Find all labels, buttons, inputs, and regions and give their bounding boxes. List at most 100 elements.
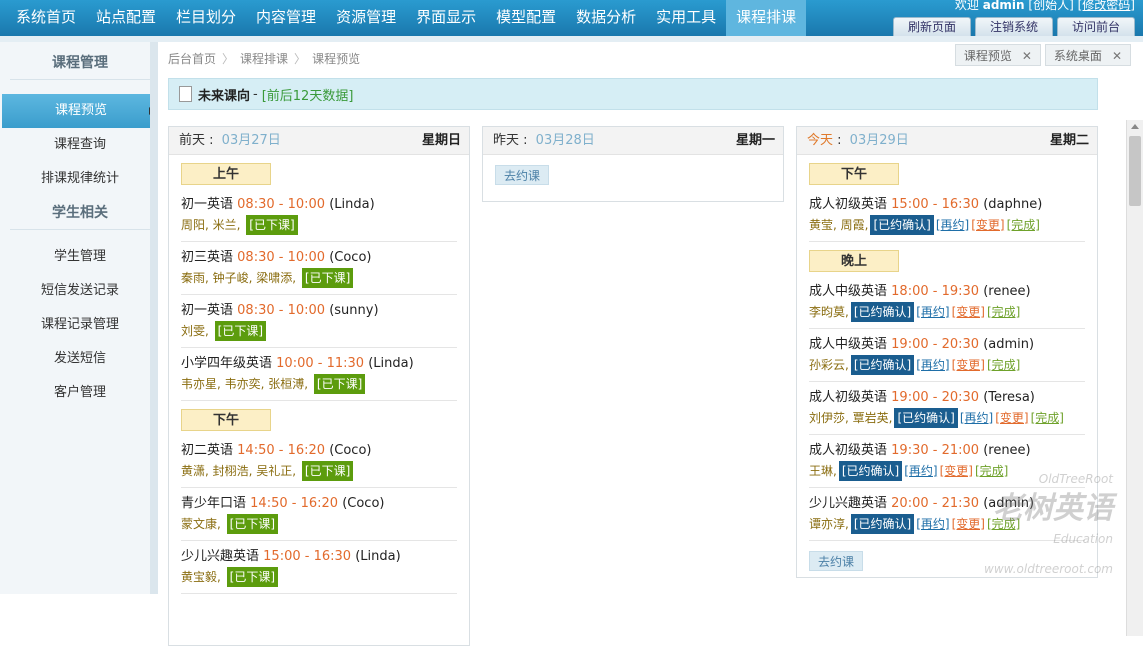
course-name: 初一英语 xyxy=(181,197,234,212)
course-students: 王琳, xyxy=(809,464,837,478)
finish-link[interactable]: [完成] xyxy=(1007,218,1040,232)
course-name: 成人中级英语 xyxy=(809,337,888,352)
username: admin xyxy=(982,0,1025,12)
refresh-button[interactable]: 刷新页面 xyxy=(893,17,971,36)
nav-resources[interactable]: 资源管理 xyxy=(326,0,406,36)
user-role: [创始人] xyxy=(1028,0,1074,12)
status-badge: [已下课] xyxy=(313,374,366,394)
sidebar-item-students[interactable]: 学生管理 xyxy=(0,240,160,274)
course-name: 初一英语 xyxy=(181,303,234,318)
change-link[interactable]: [变更] xyxy=(940,464,973,478)
rebook-link[interactable]: [再约] xyxy=(904,464,937,478)
course-students: 谭亦淳, xyxy=(809,517,849,531)
book-course-button[interactable]: 去约课 xyxy=(809,551,864,571)
day-weekday: 星期日 xyxy=(421,133,461,148)
course-students: 韦亦星, 韦亦奕, 张桓溥, xyxy=(181,377,309,391)
confirmed-badge: [已约确认] xyxy=(850,514,915,534)
sidebar-item-send-sms[interactable]: 发送短信 xyxy=(0,342,160,376)
course-students: 刘雯, xyxy=(181,324,209,338)
document-icon xyxy=(179,86,192,102)
breadcrumb-scheduling[interactable]: 课程排课 xyxy=(240,50,288,67)
close-icon[interactable]: ✕ xyxy=(1112,45,1122,65)
rebook-link[interactable]: [再约] xyxy=(936,218,969,232)
nav-tools[interactable]: 实用工具 xyxy=(646,0,726,36)
sidebar-item-schedule-stats[interactable]: 排课规律统计 xyxy=(0,162,160,196)
scrollbar-thumb[interactable] xyxy=(1129,136,1141,206)
sidebar-item-customers[interactable]: 客户管理 xyxy=(0,376,160,410)
sidebar-item-course-query[interactable]: 课程查询 xyxy=(0,128,160,162)
finish-link[interactable]: [完成] xyxy=(987,305,1020,319)
status-badge: [已下课] xyxy=(301,268,354,288)
nav-analytics[interactable]: 数据分析 xyxy=(566,0,646,36)
nav-content[interactable]: 内容管理 xyxy=(246,0,326,36)
period-label: 下午 xyxy=(809,163,899,185)
status-badge: [已下课] xyxy=(301,461,354,481)
course-students: 李昀莫, xyxy=(809,305,849,319)
course-entry: 初二英语 14:50 - 16:20 (Coco) 黄潇, 封栩浩, 吴礼正, [… xyxy=(181,435,457,488)
course-time: 19:30 - 21:00 xyxy=(891,443,980,458)
nav-home[interactable]: 系统首页 xyxy=(6,0,86,36)
watermark-logo: OldTreeRoot 老树英语 Education www.oldtreero… xyxy=(984,464,1113,584)
nav-models[interactable]: 模型配置 xyxy=(486,0,566,36)
course-entry: 成人中级英语 19:00 - 20:30 (admin) 孙彩云, [已约确认] [再… xyxy=(809,329,1085,382)
course-teacher: (renee) xyxy=(983,284,1031,299)
rebook-link[interactable]: [再约] xyxy=(916,517,949,531)
rebook-link[interactable]: [再约] xyxy=(960,411,993,425)
course-name: 成人初级英语 xyxy=(809,390,888,405)
sidebar-item-sms-log[interactable]: 短信发送记录 xyxy=(0,274,160,308)
info-range: [前后12天数据] xyxy=(261,88,354,104)
course-time: 20:00 - 21:30 xyxy=(891,496,980,511)
nav-scheduling[interactable]: 课程排课 xyxy=(726,0,807,36)
course-entry: 成人中级英语 18:00 - 19:30 (renee) 李昀莫, [已约确认] [再… xyxy=(809,276,1085,329)
tab-desktop[interactable]: 系统桌面 ✕ xyxy=(1044,44,1131,66)
course-teacher: (Linda) xyxy=(368,356,414,371)
sidebar-item-course-preview[interactable]: 课程预览 xyxy=(2,94,160,128)
confirmed-badge: [已约确认] xyxy=(850,355,915,375)
book-course-button[interactable]: 去约课 xyxy=(495,165,550,185)
change-link[interactable]: [变更] xyxy=(952,305,985,319)
course-time: 15:00 - 16:30 xyxy=(263,549,352,564)
rebook-link[interactable]: [再约] xyxy=(916,358,949,372)
change-link[interactable]: [变更] xyxy=(952,517,985,531)
nav-site-config[interactable]: 站点配置 xyxy=(86,0,166,36)
change-link[interactable]: [变更] xyxy=(995,411,1028,425)
course-time: 19:00 - 20:30 xyxy=(891,337,980,352)
tab-label: 系统桌面 xyxy=(1053,49,1102,63)
change-link[interactable]: [变更] xyxy=(971,218,1004,232)
finish-link[interactable]: [完成] xyxy=(987,358,1020,372)
rebook-link[interactable]: [再约] xyxy=(916,305,949,319)
nav-display[interactable]: 界面显示 xyxy=(406,0,486,36)
sidebar-item-course-records[interactable]: 课程记录管理 xyxy=(0,308,160,342)
change-password-link[interactable]: [修改密码] xyxy=(1078,0,1135,12)
tab-course-preview[interactable]: 课程预览 ✕ xyxy=(954,44,1041,66)
course-teacher: (Linda) xyxy=(329,197,375,212)
sidebar-splitter[interactable] xyxy=(150,42,158,594)
course-teacher: (Coco) xyxy=(342,496,385,511)
scroll-up-arrow-icon[interactable] xyxy=(1131,124,1139,129)
close-icon[interactable]: ✕ xyxy=(1022,45,1032,65)
course-time: 15:00 - 16:30 xyxy=(891,197,980,212)
finish-link[interactable]: [完成] xyxy=(1031,411,1064,425)
course-name: 少儿兴趣英语 xyxy=(181,549,260,564)
vertical-scrollbar[interactable] xyxy=(1126,120,1143,636)
day-label: 前天 xyxy=(179,133,206,148)
breadcrumb-home[interactable]: 后台首页 xyxy=(168,50,216,67)
sidebar-group-course: 课程管理 xyxy=(10,46,150,80)
period-label: 晚上 xyxy=(809,250,899,272)
logout-button[interactable]: 注销系统 xyxy=(975,17,1053,36)
visit-frontend-button[interactable]: 访问前台 xyxy=(1057,17,1135,36)
course-time: 10:00 - 11:30 xyxy=(276,356,365,371)
course-teacher: (Coco) xyxy=(329,443,372,458)
breadcrumb-current: 课程预览 xyxy=(312,52,361,66)
day-weekday: 星期一 xyxy=(735,133,775,148)
course-name: 成人中级英语 xyxy=(809,284,888,299)
nav-columns[interactable]: 栏目划分 xyxy=(166,0,246,36)
top-buttons: 刷新页面 注销系统 访问前台 xyxy=(893,17,1135,36)
change-link[interactable]: [变更] xyxy=(952,358,985,372)
open-tabs: 课程预览 ✕ 系统桌面 ✕ xyxy=(954,44,1131,66)
info-dash: - xyxy=(253,86,258,102)
course-students: 蒙文康, xyxy=(181,517,221,531)
course-students: 秦雨, 钟子峻, 梁啸添, xyxy=(181,271,297,285)
main-nav: 系统首页 站点配置 栏目划分 内容管理 资源管理 界面显示 模型配置 数据分析 … xyxy=(6,0,807,36)
status-badge: [已下课] xyxy=(226,567,279,587)
